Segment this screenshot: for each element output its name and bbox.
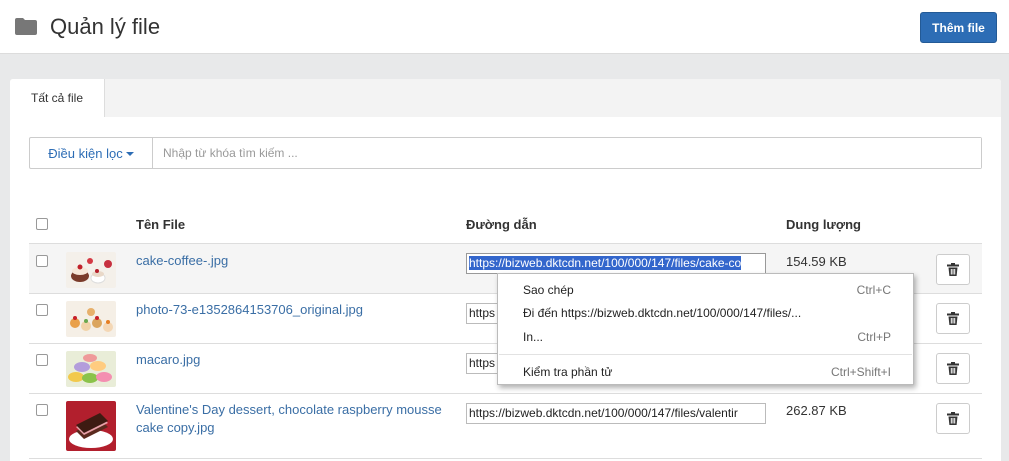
delete-button[interactable] [936, 353, 970, 384]
file-panel: Tất cả file Điều kiện lọc Tên File Đường… [10, 79, 1001, 461]
menu-separator [499, 354, 912, 355]
file-size: 262.87 KB [786, 403, 847, 418]
folder-icon [15, 18, 37, 35]
menu-item-shortcut: Ctrl+P [857, 330, 891, 344]
menu-item-label: Kiểm tra phần tử [523, 365, 613, 379]
menu-item-label: Đi đến https://bizweb.dktcdn.net/100/000… [523, 306, 802, 320]
filter-bar: Điều kiện lọc [29, 137, 982, 169]
context-menu-copy[interactable]: Sao chép Ctrl+C [498, 279, 913, 302]
file-name-link[interactable]: photo-73-e1352864153706_original.jpg [136, 301, 363, 319]
file-url-field[interactable]: https://bizweb.dktcdn.net/100/000/147/fi… [466, 403, 766, 424]
file-name-line: Valentine's Day dessert, chocolate raspb… [136, 402, 442, 417]
selected-url-text: https://bizweb.dktcdn.net/100/000/147/fi… [469, 256, 742, 270]
tab-all-files[interactable]: Tất cả file [10, 79, 105, 117]
table-row: Valentine's Day dessert, chocolate raspb… [29, 394, 982, 459]
delete-button[interactable] [936, 254, 970, 285]
row-checkbox[interactable] [36, 255, 48, 267]
delete-button[interactable] [936, 403, 970, 434]
trash-icon [947, 312, 959, 325]
select-all-checkbox[interactable] [36, 218, 48, 230]
file-thumbnail [66, 301, 116, 337]
context-menu-inspect[interactable]: Kiểm tra phần tử Ctrl+Shift+I [498, 361, 913, 384]
row-checkbox[interactable] [36, 404, 48, 416]
file-thumbnail [66, 252, 116, 288]
menu-item-shortcut: Ctrl+Shift+I [830, 365, 891, 379]
file-name-link[interactable]: macaro.jpg [136, 351, 200, 369]
file-thumbnail [66, 351, 116, 387]
filter-button-label: Điều kiện lọc [48, 145, 123, 161]
search-input[interactable] [154, 138, 981, 168]
caret-down-icon [125, 152, 134, 156]
column-header-size: Dung lượng [786, 217, 861, 232]
page-header: Quản lý file Thêm file [0, 0, 1009, 54]
row-checkbox[interactable] [36, 354, 48, 366]
row-checkbox[interactable] [36, 304, 48, 316]
file-size: 154.59 KB [786, 254, 847, 269]
file-name-link[interactable]: Valentine's Day dessert, chocolate raspb… [136, 401, 442, 437]
context-menu-go-to[interactable]: Đi đến https://bizweb.dktcdn.net/100/000… [498, 302, 913, 325]
context-menu-print[interactable]: In... Ctrl+P [498, 326, 913, 349]
menu-item-label: Sao chép [523, 283, 574, 297]
menu-item-shortcut: Ctrl+C [856, 283, 891, 297]
page-title: Quản lý file [50, 14, 161, 39]
menu-item-label: In... [523, 330, 544, 344]
column-header-path: Đường dẫn [466, 217, 537, 232]
column-header-name: Tên File [136, 217, 186, 232]
context-menu: Sao chép Ctrl+C Đi đến https://bizweb.dk… [497, 273, 914, 385]
add-file-button[interactable]: Thêm file [920, 12, 997, 43]
file-thumbnail [66, 401, 116, 451]
trash-icon [947, 362, 959, 375]
filter-conditions-button[interactable]: Điều kiện lọc [30, 138, 153, 168]
tab-bar: Tất cả file [10, 79, 1001, 117]
file-url-field[interactable]: https://bizweb.dktcdn.net/100/000/147/fi… [466, 253, 766, 274]
trash-icon [947, 412, 959, 425]
file-name-link[interactable]: cake-coffee-.jpg [136, 252, 228, 270]
delete-button[interactable] [936, 303, 970, 334]
file-name-line: cake copy.jpg [136, 420, 215, 435]
trash-icon [947, 263, 959, 276]
